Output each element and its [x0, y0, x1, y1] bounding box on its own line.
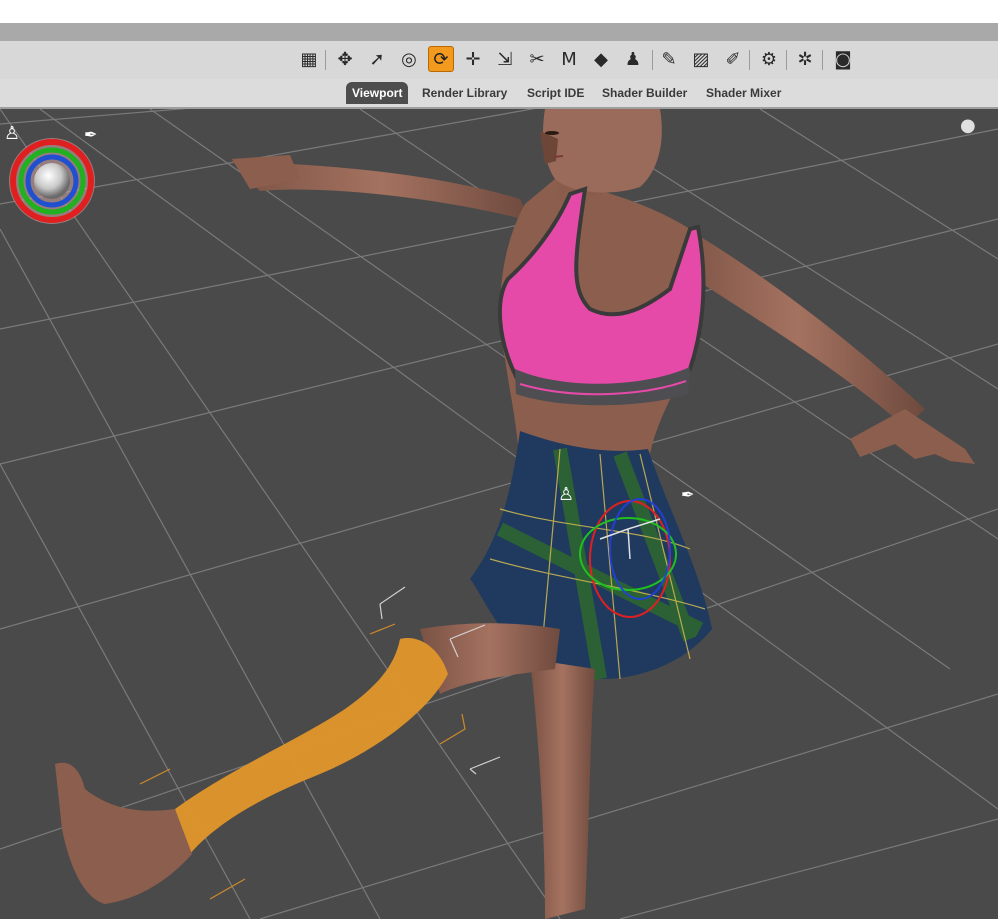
rotate-tool-icon[interactable]: ⟳ [428, 46, 454, 72]
camera-settings-icon[interactable]: ⚙ [756, 46, 782, 72]
figure-pose-icon[interactable]: ♙ [4, 123, 20, 144]
tab-render-library[interactable]: Render Library [418, 82, 511, 104]
viewport-scene [0, 109, 998, 919]
figure-tool-icon[interactable]: ♟ [620, 46, 646, 72]
title-area [0, 0, 998, 23]
surface-selection-icon[interactable]: ◆ [588, 46, 614, 72]
edit-tool-icon[interactable]: ✐ [720, 46, 746, 72]
geometry-editor-icon[interactable]: M [556, 46, 582, 72]
joint-editor-icon[interactable]: ✂ [524, 46, 550, 72]
main-toolbar: ▦ ✥ ➚ ◎ ⟳ ✛ ⇲ ✂ M ◆ ♟ ✎ ▨ ✐ ⚙ ✲ ◙ [0, 41, 998, 80]
pane-tab-bar: Viewport Render Library Script IDE Shade… [0, 79, 998, 109]
tab-shader-builder[interactable]: Shader Builder [598, 82, 691, 104]
node-pin-icon[interactable]: ✒ [681, 485, 694, 504]
floor-grid [0, 109, 998, 919]
toolbar-separator [749, 50, 750, 70]
geometry-brush-icon[interactable]: ▨ [688, 46, 714, 72]
select-tool-icon[interactable]: ➚ [364, 46, 390, 72]
toolbar-separator [652, 50, 653, 70]
figure-right-arm [670, 219, 925, 427]
menu-bar-strip [0, 23, 998, 41]
scale-tool-icon[interactable]: ⇲ [492, 46, 518, 72]
node-select-tool-icon[interactable]: ◎ [396, 46, 422, 72]
tab-script-ide[interactable]: Script IDE [523, 82, 588, 104]
figure-head [543, 109, 662, 193]
orbit-tool-icon[interactable]: ✥ [332, 46, 358, 72]
grid-tool-icon[interactable]: ▦ [296, 46, 322, 72]
navigation-gizmo [9, 138, 95, 224]
pin-icon[interactable]: ✒ [84, 125, 97, 144]
scene-settings-icon[interactable]: ✲ [792, 46, 818, 72]
figure-standing-leg [530, 659, 595, 919]
figure-foot [55, 762, 192, 904]
render-camera-icon[interactable]: ◙ [830, 46, 856, 72]
node-weight-brush-icon[interactable]: ✎ [656, 46, 682, 72]
draw-style-icon[interactable]: ● [960, 115, 976, 136]
toolbar-separator [822, 50, 823, 70]
toolbar-separator [325, 50, 326, 70]
node-pose-icon[interactable]: ♙ [558, 484, 574, 505]
tab-viewport[interactable]: Viewport [346, 82, 409, 104]
toolbar-separator [786, 50, 787, 70]
3d-viewport[interactable]: ♙ ✒ ● ♙ ✒ [0, 109, 998, 919]
tab-shader-mixer[interactable]: Shader Mixer [702, 82, 785, 104]
translate-tool-icon[interactable]: ✛ [460, 46, 486, 72]
selected-shin-highlight [175, 638, 448, 854]
